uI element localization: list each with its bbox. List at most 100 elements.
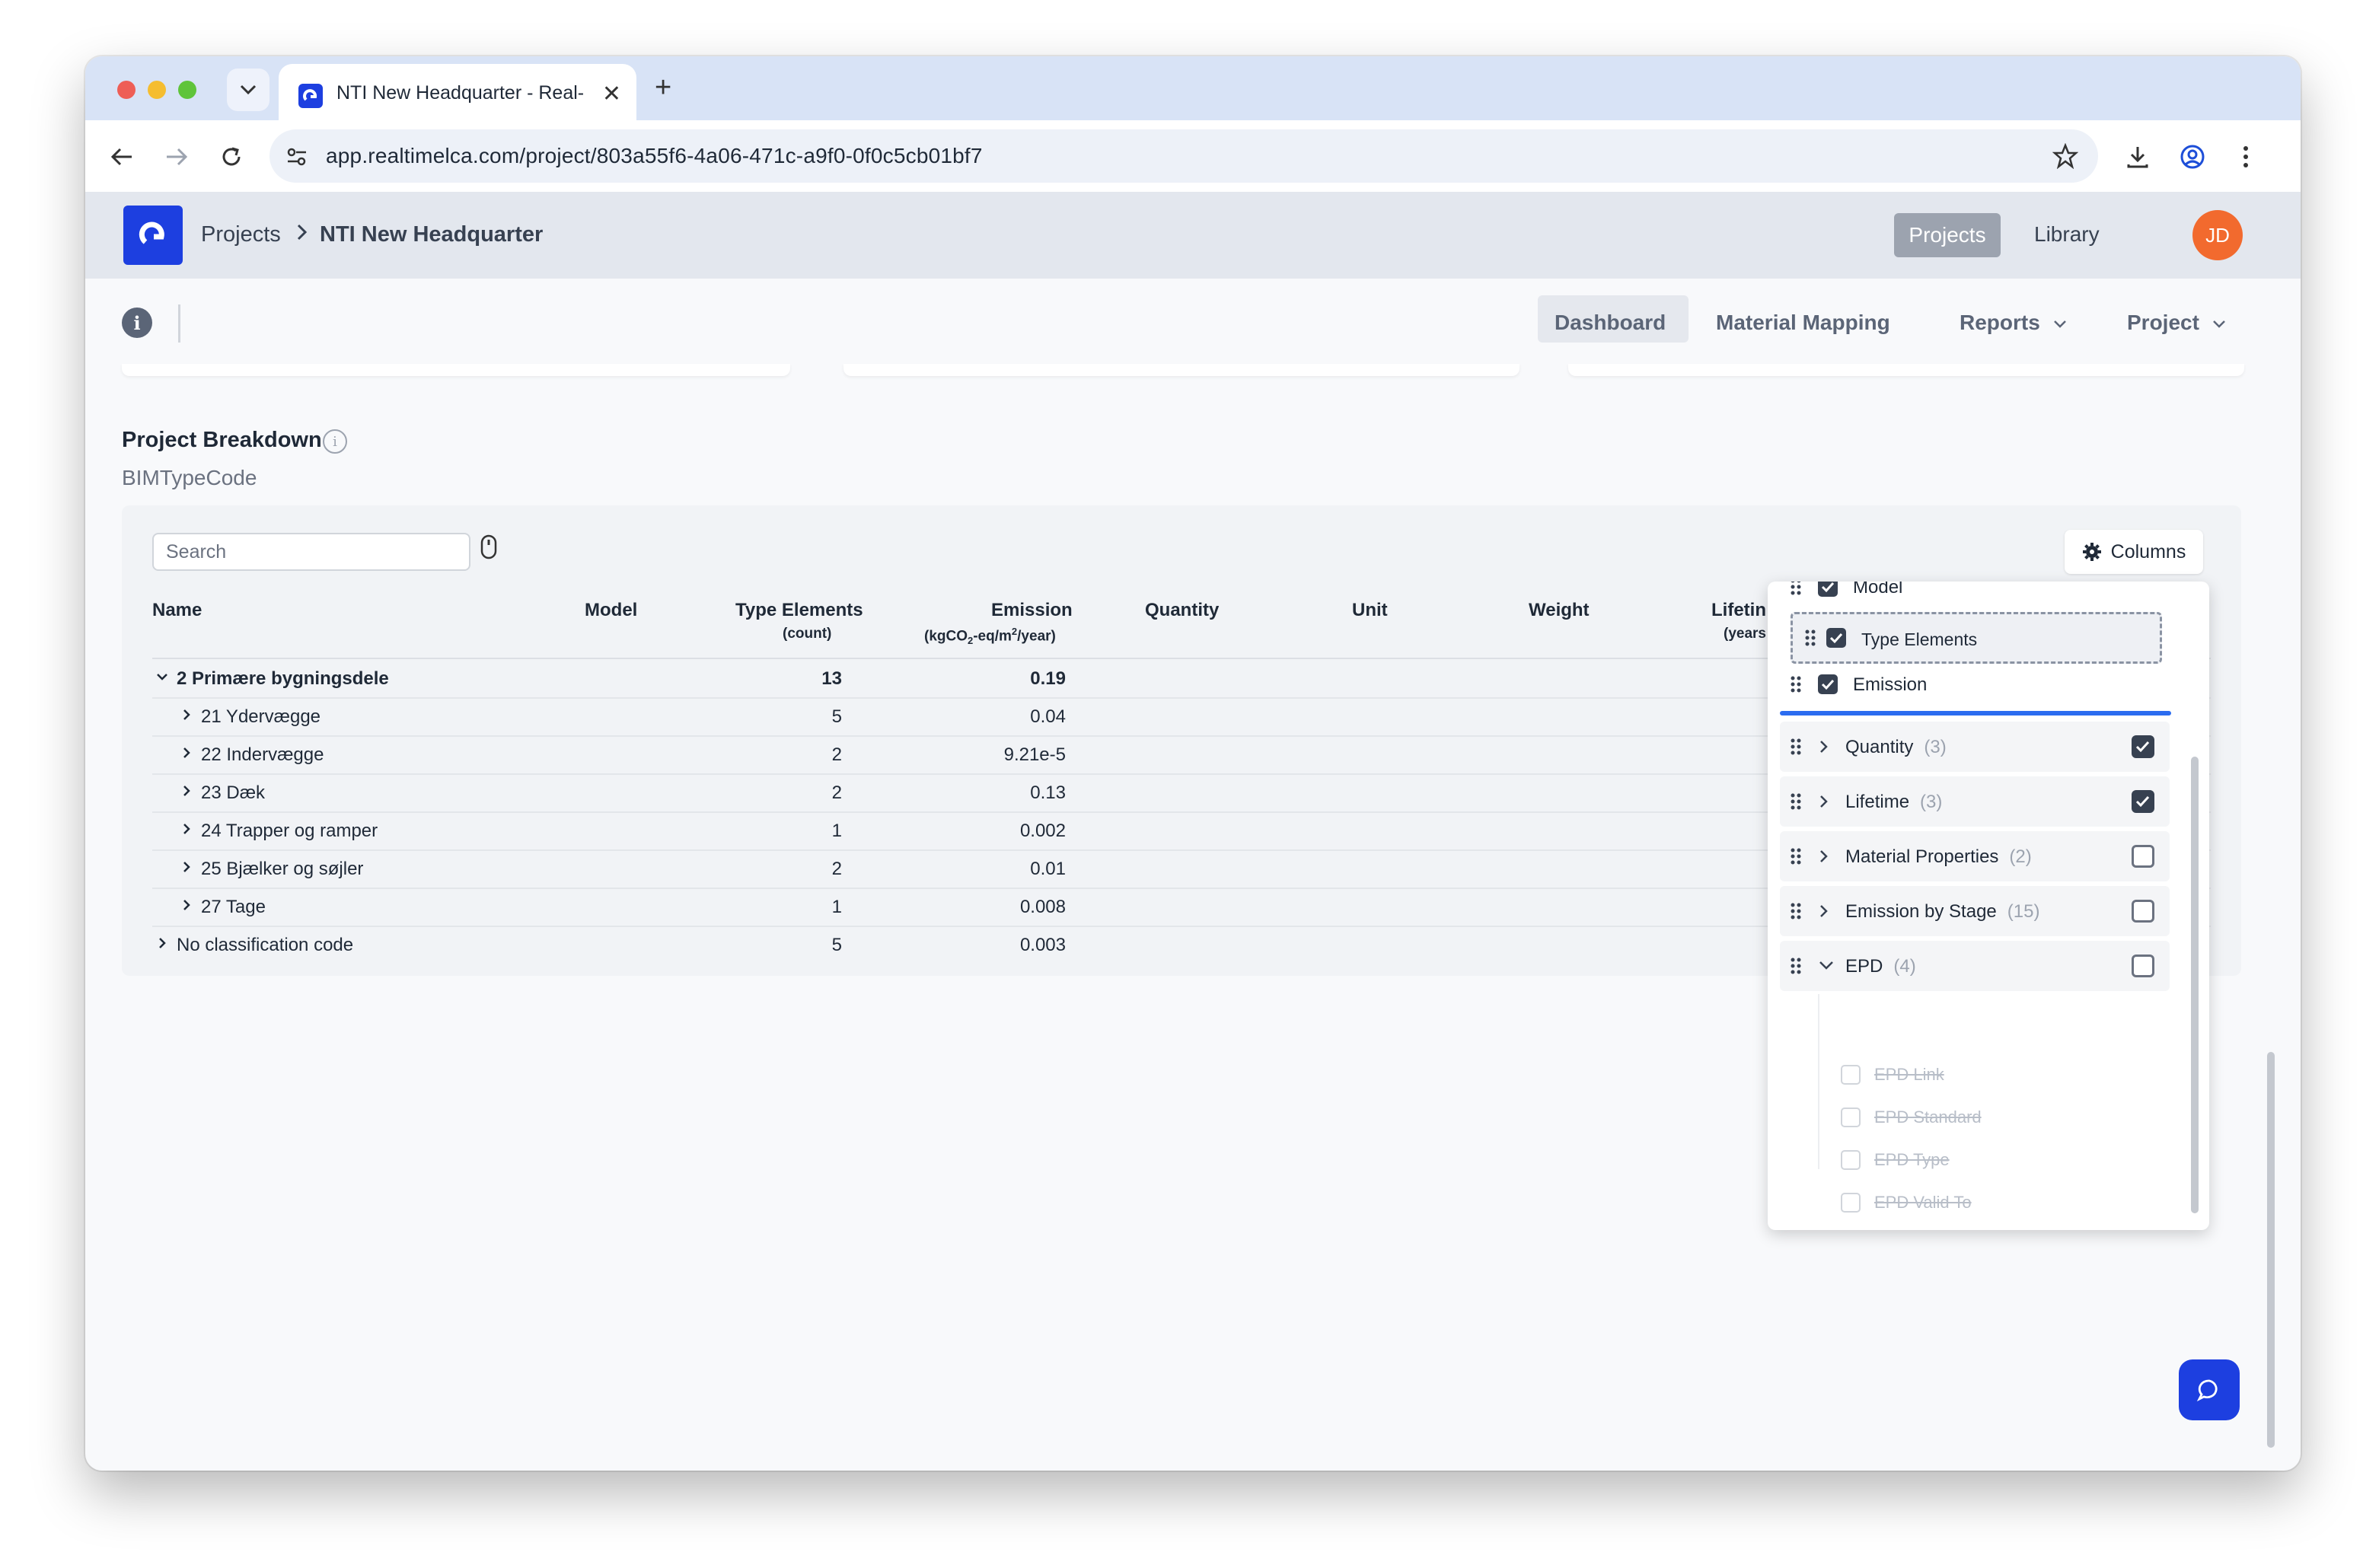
col-header-unit[interactable]: Unit xyxy=(1352,600,1388,621)
info-icon[interactable]: i xyxy=(122,308,152,338)
tree-guide-line xyxy=(1818,994,1819,1169)
drag-handle-icon[interactable] xyxy=(1791,676,1801,693)
tab-reports[interactable]: Reports xyxy=(1960,311,2068,335)
nav-projects-button[interactable]: Projects xyxy=(1894,213,2001,257)
columns-button-label: Columns xyxy=(2110,540,2186,563)
tab-material-mapping[interactable]: Material Mapping xyxy=(1716,311,1890,335)
divider xyxy=(178,304,180,343)
maximize-window-button[interactable] xyxy=(178,81,196,99)
user-avatar[interactable]: JD xyxy=(2192,210,2243,260)
back-icon[interactable] xyxy=(107,142,137,172)
chevron-down-icon[interactable] xyxy=(155,670,169,684)
search-input[interactable]: Search xyxy=(152,533,470,571)
column-item-type-elements[interactable]: Type Elements xyxy=(1791,612,2162,664)
page-scrollbar[interactable] xyxy=(2267,1052,2275,1448)
column-item-emission[interactable]: Emission xyxy=(1780,659,2170,709)
bookmark-star-icon[interactable] xyxy=(2052,143,2078,169)
checkbox-checked[interactable] xyxy=(1818,582,1838,597)
col-header-name[interactable]: Name xyxy=(152,600,202,621)
reload-icon[interactable] xyxy=(216,142,247,172)
chevron-right-icon[interactable] xyxy=(1818,903,1830,919)
column-item-label: Type Elements xyxy=(1861,629,1978,649)
row-emission: 0.04 xyxy=(1030,706,1066,727)
chevron-right-icon[interactable] xyxy=(180,746,193,760)
col-unit-emission: (kgCO2-eq/m2/year) xyxy=(924,626,1056,647)
drag-handle-icon[interactable] xyxy=(1791,903,1801,919)
chevron-right-icon[interactable] xyxy=(180,822,193,836)
column-item-model[interactable]: Model xyxy=(1780,582,2170,612)
new-tab-button[interactable]: + xyxy=(655,72,671,104)
close-window-button[interactable] xyxy=(117,81,136,99)
address-toolbar: app.realtimelca.com/project/803a55f6-4a0… xyxy=(85,120,2301,192)
site-settings-icon[interactable] xyxy=(285,145,309,169)
col-header-quantity[interactable]: Quantity xyxy=(1145,600,1219,621)
row-emission: 0.19 xyxy=(1030,668,1066,689)
breadcrumb-current-project[interactable]: NTI New Headquarter xyxy=(320,222,543,247)
minimize-window-button[interactable] xyxy=(148,81,166,99)
chevron-right-icon[interactable] xyxy=(1818,793,1830,810)
tab-dashboard[interactable]: Dashboard xyxy=(1555,311,1666,335)
chevron-right-icon[interactable] xyxy=(1818,848,1830,865)
row-name: 22 Indervægge xyxy=(201,744,324,765)
section-subtitle: BIMTypeCode xyxy=(122,466,257,489)
chevron-right-icon[interactable] xyxy=(180,784,193,798)
col-header-lifetime[interactable]: Lifetin xyxy=(1711,600,1766,621)
download-icon[interactable] xyxy=(2122,142,2153,172)
chevron-right-icon[interactable] xyxy=(180,708,193,722)
chevron-down-icon xyxy=(2212,320,2225,328)
popover-scrollbar[interactable] xyxy=(2191,757,2199,1213)
checkbox-checked[interactable] xyxy=(2132,790,2154,813)
column-group-epd[interactable]: EPD (4) xyxy=(1780,941,2170,991)
tab-strip: NTI New Headquarter - Real- ✕ + xyxy=(85,56,2301,120)
more-menu-icon[interactable] xyxy=(2231,142,2261,172)
info-icon[interactable]: i xyxy=(323,429,347,454)
column-group-quantity[interactable]: Quantity (3) xyxy=(1780,722,2170,772)
chevron-right-icon[interactable] xyxy=(180,860,193,874)
col-header-model[interactable]: Model xyxy=(585,600,637,621)
profile-icon[interactable] xyxy=(2177,142,2208,172)
summary-card xyxy=(843,364,1520,376)
chevron-down-icon[interactable] xyxy=(1818,959,1835,971)
chevron-right-icon[interactable] xyxy=(180,898,193,912)
chevron-down-icon xyxy=(240,84,257,95)
col-header-weight[interactable]: Weight xyxy=(1529,600,1590,621)
epd-child-label: EPD Valid To xyxy=(1874,1193,1972,1212)
column-group-lifetime[interactable]: Lifetime (3) xyxy=(1780,776,2170,827)
row-emission: 0.002 xyxy=(1019,821,1066,841)
checkbox-checked[interactable] xyxy=(1826,628,1846,648)
epd-child-label: EPD Type xyxy=(1874,1150,1950,1169)
checkbox-checked[interactable] xyxy=(2132,735,2154,758)
col-header-type-elements[interactable]: Type Elements xyxy=(735,600,863,621)
drag-handle-icon[interactable] xyxy=(1791,848,1801,865)
forward-icon[interactable] xyxy=(161,142,192,172)
column-group-material-properties[interactable]: Material Properties (2) xyxy=(1780,831,2170,881)
browser-window: NTI New Headquarter - Real- ✕ + app.real… xyxy=(85,56,2301,1471)
tab-project[interactable]: Project xyxy=(2127,311,2227,335)
column-group-label: Lifetime (3) xyxy=(1845,792,1943,812)
close-tab-icon[interactable]: ✕ xyxy=(602,81,621,107)
nav-library-link[interactable]: Library xyxy=(2034,222,2100,247)
checkbox-checked[interactable] xyxy=(1818,674,1838,694)
tab-list-button[interactable] xyxy=(227,69,269,111)
drag-handle-icon[interactable] xyxy=(1805,629,1816,646)
drag-handle-icon[interactable] xyxy=(1791,582,1801,595)
row-count: 2 xyxy=(831,782,842,803)
checkbox-unchecked[interactable] xyxy=(2132,845,2154,868)
browser-tab[interactable]: NTI New Headquarter - Real- ✕ xyxy=(279,64,636,120)
drag-handle-icon[interactable] xyxy=(1791,793,1801,810)
chat-button[interactable] xyxy=(2179,1359,2240,1420)
column-group-label: EPD (4) xyxy=(1845,956,1916,977)
checkbox-unchecked[interactable] xyxy=(2132,900,2154,923)
chevron-right-icon[interactable] xyxy=(155,936,169,950)
epd-child-label: EPD Link xyxy=(1874,1065,1944,1084)
url-bar[interactable]: app.realtimelca.com/project/803a55f6-4a0… xyxy=(269,129,2098,183)
app-logo[interactable] xyxy=(123,206,183,265)
drag-handle-icon[interactable] xyxy=(1791,738,1801,755)
checkbox-unchecked[interactable] xyxy=(2132,955,2154,977)
chevron-right-icon[interactable] xyxy=(1818,738,1830,755)
drag-handle-icon[interactable] xyxy=(1791,958,1801,974)
col-header-emission[interactable]: Emission xyxy=(991,600,1073,621)
columns-button[interactable]: Columns xyxy=(2065,530,2203,574)
breadcrumb-projects[interactable]: Projects xyxy=(201,222,281,247)
column-group-emission-by-stage[interactable]: Emission by Stage (15) xyxy=(1780,886,2170,936)
